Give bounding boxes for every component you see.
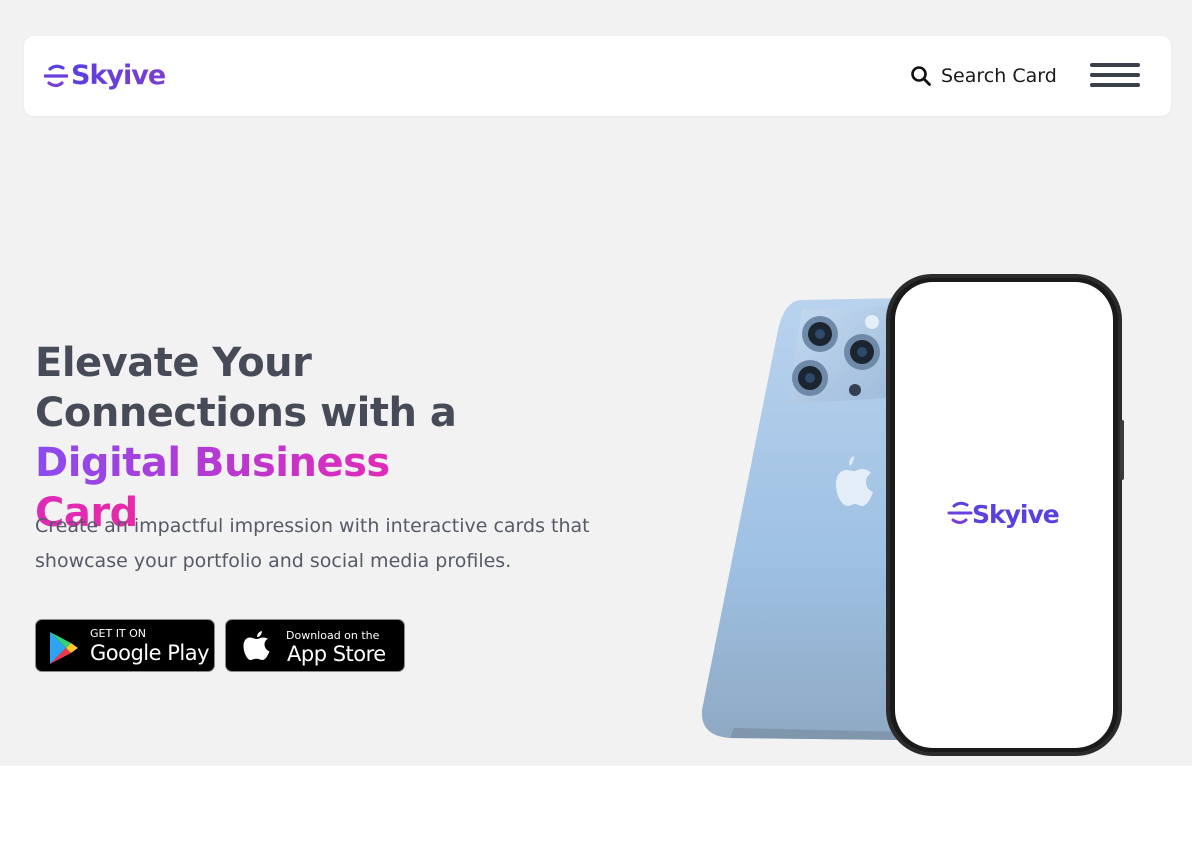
app-store-small-label: Download on the — [286, 629, 380, 642]
search-card-button[interactable]: Search Card — [910, 62, 1057, 90]
google-play-button[interactable]: GET IT ON Google Play — [35, 619, 215, 672]
hero-subtitle: Create an impactful impression with inte… — [35, 515, 590, 572]
search-icon — [911, 66, 931, 86]
app-store-big-label: App Store — [287, 642, 386, 666]
menu-bar — [1090, 63, 1140, 67]
app-store-button[interactable]: Download on the App Store — [225, 619, 405, 672]
google-play-small-label: GET IT ON — [90, 627, 147, 640]
hamburger-menu-icon[interactable] — [1090, 63, 1142, 91]
menu-bar — [1090, 83, 1140, 87]
headline-highlight: Digital Business — [35, 440, 390, 486]
menu-bar — [1090, 73, 1140, 77]
google-play-icon — [50, 632, 78, 664]
phone-mockup-image: Skyive — [701, 274, 1124, 756]
search-card-label: Search Card — [941, 65, 1057, 87]
brand-name: Skyive — [71, 58, 166, 94]
top-navbar: Skyive Search Card — [24, 36, 1171, 116]
google-play-big-label: Google Play — [90, 641, 210, 665]
hero-headline: Elevate Your Connections with a Digital … — [35, 338, 595, 538]
phone-screen-brand: Skyive — [972, 500, 1059, 529]
apple-icon — [243, 631, 270, 660]
skyive-logo-icon — [44, 64, 68, 88]
camera-module — [788, 306, 890, 404]
headline-text: Elevate Your Connections with a — [35, 340, 457, 436]
brand-logo[interactable]: Skyive — [44, 58, 166, 94]
